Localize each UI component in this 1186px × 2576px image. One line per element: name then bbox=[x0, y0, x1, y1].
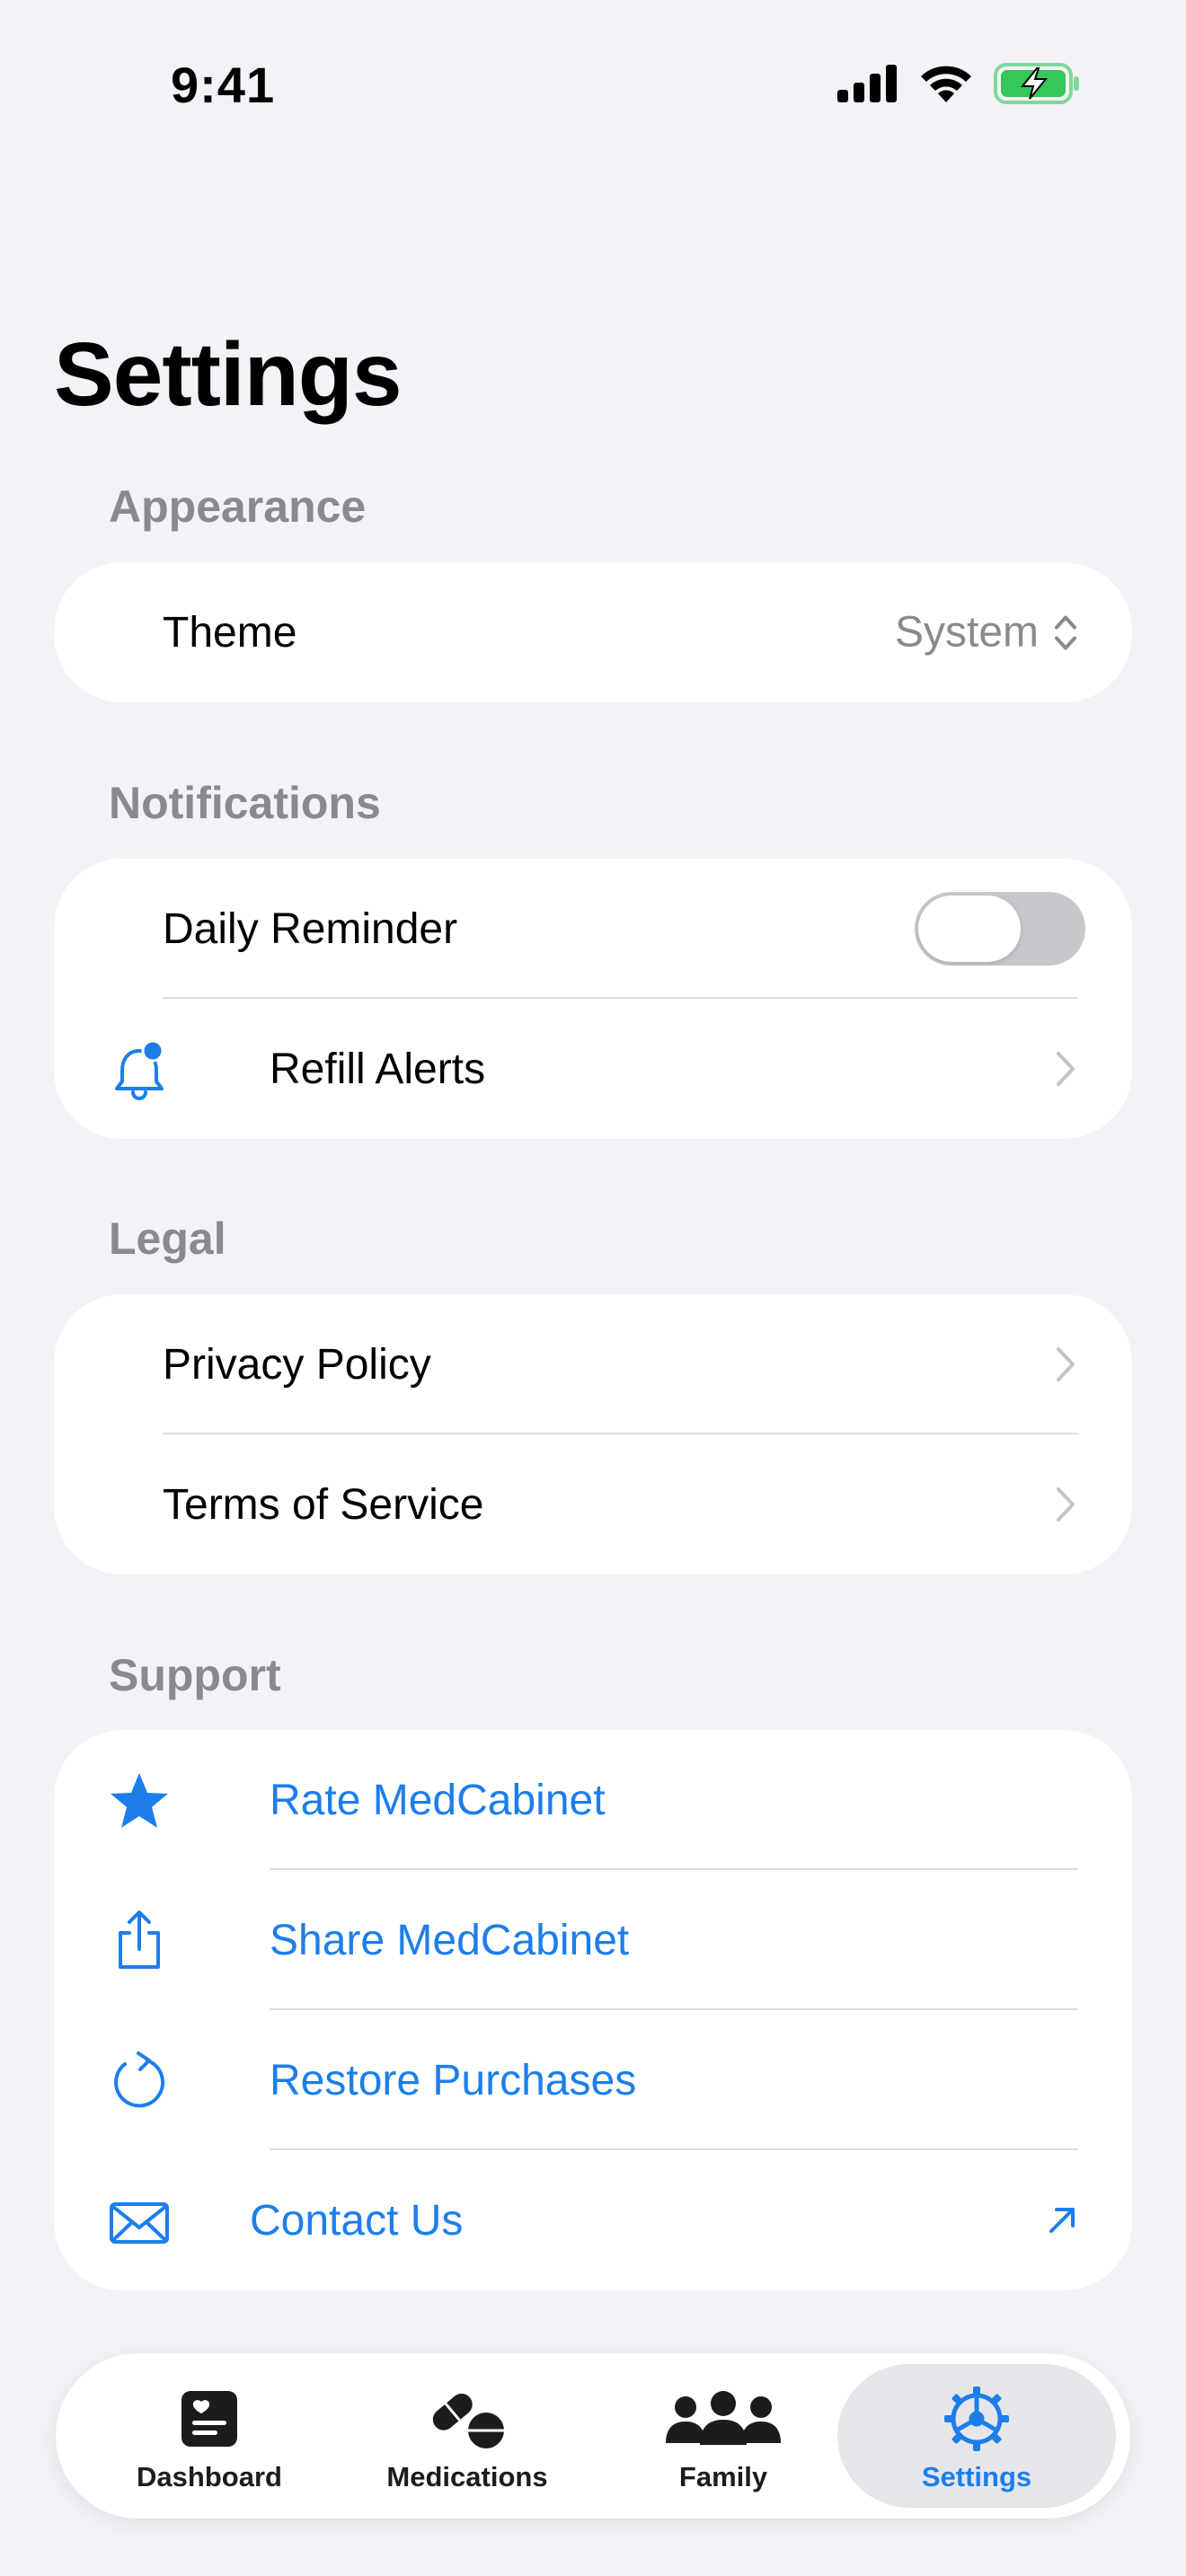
share-icon bbox=[108, 1910, 171, 1972]
section-header-support: Support bbox=[109, 1650, 281, 1700]
daily-reminder-toggle[interactable] bbox=[915, 892, 1085, 966]
refill-alerts-row[interactable]: Refill Alerts bbox=[54, 999, 1132, 1139]
restore-icon bbox=[108, 2050, 171, 2113]
contact-us-label: Contact Us bbox=[250, 2196, 464, 2245]
tab-label: Settings bbox=[921, 2461, 1032, 2492]
rate-label: Rate MedCabinet bbox=[270, 1776, 606, 1824]
support-card: Rate MedCabinet Share MedCabinet Restore… bbox=[54, 1730, 1132, 2290]
restore-purchases-row[interactable]: Restore Purchases bbox=[54, 2010, 1132, 2150]
cellular-signal-icon bbox=[837, 65, 897, 102]
chevron-up-down-icon bbox=[1055, 615, 1076, 649]
tab-settings[interactable]: Settings bbox=[837, 2364, 1116, 2508]
share-row[interactable]: Share MedCabinet bbox=[54, 1870, 1132, 2010]
theme-row[interactable]: Theme System bbox=[54, 562, 1132, 702]
section-header-notifications: Notifications bbox=[109, 778, 381, 828]
settings-screen: 9:41 Settings Appearance Theme System No… bbox=[0, 0, 1186, 2576]
envelope-icon bbox=[108, 2190, 171, 2253]
tab-label: Dashboard bbox=[137, 2461, 282, 2492]
chevron-right-icon bbox=[1057, 1052, 1075, 1086]
appearance-card: Theme System bbox=[54, 562, 1132, 702]
refill-alerts-label: Refill Alerts bbox=[270, 1045, 486, 1093]
dashboard-icon bbox=[180, 2387, 239, 2450]
chevron-right-icon bbox=[1057, 1347, 1075, 1381]
legal-card: Privacy Policy Terms of Service bbox=[54, 1294, 1132, 1575]
bell-badge-icon bbox=[108, 1038, 171, 1101]
pills-icon bbox=[429, 2387, 506, 2450]
arrow-up-right-icon bbox=[1049, 2208, 1075, 2233]
contact-us-row[interactable]: Contact Us bbox=[54, 2150, 1132, 2290]
status-icons bbox=[837, 63, 1080, 104]
section-header-legal: Legal bbox=[109, 1213, 226, 1264]
rate-row[interactable]: Rate MedCabinet bbox=[54, 1730, 1132, 1870]
privacy-policy-row[interactable]: Privacy Policy bbox=[54, 1294, 1132, 1434]
theme-picker[interactable]: System bbox=[895, 608, 1078, 657]
privacy-policy-label: Privacy Policy bbox=[163, 1340, 431, 1389]
section-header-appearance: Appearance bbox=[109, 481, 367, 532]
status-time: 9:41 bbox=[171, 57, 276, 113]
daily-reminder-row: Daily Reminder bbox=[54, 859, 1132, 999]
toggle-knob bbox=[918, 895, 1021, 962]
theme-value: System bbox=[894, 608, 1039, 657]
tab-bar: Dashboard Medications Family Settings bbox=[56, 2353, 1130, 2519]
star-icon bbox=[108, 1769, 171, 1832]
daily-reminder-label: Daily Reminder bbox=[163, 904, 458, 953]
battery-charging-icon bbox=[994, 63, 1079, 104]
wifi-icon bbox=[921, 66, 971, 102]
notifications-card: Daily Reminder Refill Alerts bbox=[54, 859, 1132, 1139]
gear-icon bbox=[943, 2386, 1010, 2451]
chevron-right-icon bbox=[1057, 1487, 1075, 1522]
tab-label: Medications bbox=[386, 2461, 548, 2492]
family-icon bbox=[664, 2387, 783, 2450]
tab-medications[interactable]: Medications bbox=[328, 2364, 606, 2508]
restore-purchases-label: Restore Purchases bbox=[270, 2056, 637, 2104]
tab-dashboard[interactable]: Dashboard bbox=[70, 2364, 349, 2508]
terms-of-service-label: Terms of Service bbox=[163, 1480, 484, 1529]
share-label: Share MedCabinet bbox=[270, 1916, 630, 1964]
tab-label: Family bbox=[678, 2461, 768, 2492]
theme-label: Theme bbox=[163, 608, 297, 657]
terms-of-service-row[interactable]: Terms of Service bbox=[54, 1434, 1132, 1575]
status-bar: 9:41 bbox=[0, 0, 1186, 171]
page-title: Settings bbox=[54, 324, 402, 425]
tab-family[interactable]: Family bbox=[584, 2364, 863, 2508]
